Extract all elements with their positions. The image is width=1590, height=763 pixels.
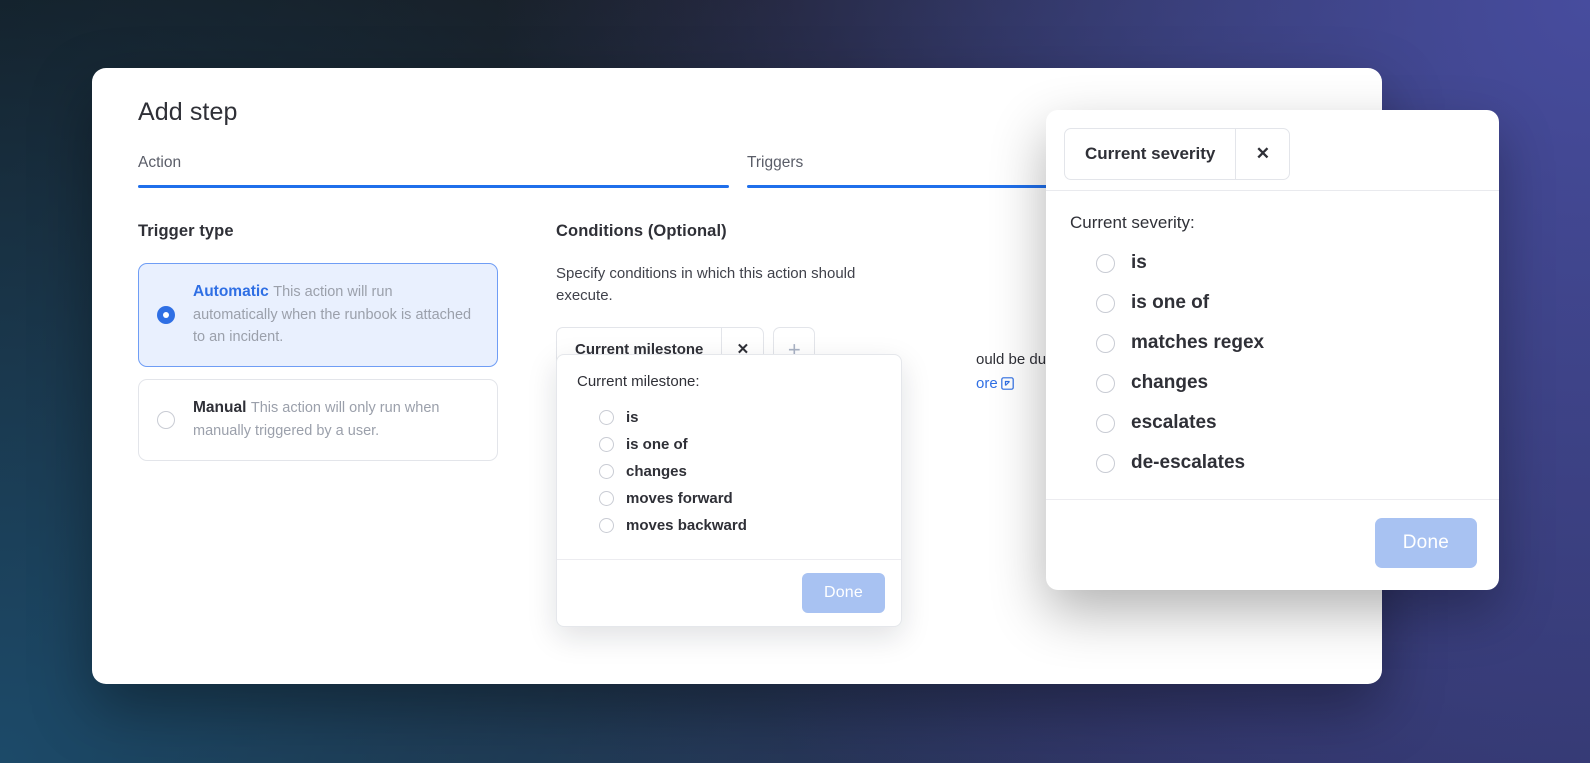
current-milestone-popover-footer: Done — [557, 559, 901, 626]
trigger-option-manual[interactable]: Manual This action will only run when ma… — [138, 379, 498, 461]
tab-action-underline — [138, 185, 729, 188]
milestone-option-moves-backward[interactable]: moves backward — [577, 512, 881, 539]
conditions-section: Conditions (Optional) Specify conditions… — [556, 222, 916, 374]
current-milestone-prompt: Current milestone: — [577, 373, 700, 390]
current-severity-panel: Current severity ✕ Current severity: is … — [1046, 110, 1499, 590]
severity-option-is-one-of[interactable]: is one of — [1070, 283, 1475, 323]
tab-action[interactable]: Action — [138, 154, 729, 188]
trigger-type-heading: Trigger type — [138, 222, 234, 240]
severity-chip-row: Current severity ✕ — [1046, 110, 1499, 190]
severity-option-label: changes — [1131, 372, 1209, 393]
severity-option-label: matches regex — [1131, 332, 1265, 353]
conditions-description: Specify conditions in which this action … — [556, 265, 856, 304]
tab-triggers-label: Triggers — [747, 154, 804, 171]
severity-option-label: is one of — [1131, 292, 1210, 313]
severity-option-escalates[interactable]: escalates — [1070, 403, 1475, 443]
severity-option-de-escalates[interactable]: de-escalates — [1070, 443, 1475, 483]
current-severity-option-list: is is one of matches regex changes escal… — [1070, 243, 1475, 483]
radio-automatic-icon[interactable] — [157, 306, 175, 325]
trigger-option-automatic[interactable]: Automatic This action will run automatic… — [138, 263, 498, 368]
milestone-option-moves-forward[interactable]: moves forward — [577, 485, 881, 512]
severity-option-label: is — [1131, 252, 1147, 273]
radio-icon[interactable] — [1096, 453, 1115, 473]
severity-option-label: escalates — [1131, 412, 1217, 433]
learn-more-link[interactable]: ore — [976, 375, 1014, 392]
radio-icon[interactable] — [1096, 373, 1115, 393]
severity-option-changes[interactable]: changes — [1070, 363, 1475, 403]
radio-icon[interactable] — [1096, 333, 1115, 353]
radio-icon[interactable] — [599, 491, 614, 506]
milestone-option-label: moves backward — [626, 517, 747, 534]
condition-chip-current-severity[interactable]: Current severity ✕ — [1064, 128, 1291, 180]
conditions-heading: Conditions (Optional) — [556, 222, 727, 240]
current-milestone-popover: Current milestone: is is one of changes … — [556, 354, 902, 627]
milestone-option-label: is one of — [626, 436, 688, 453]
radio-icon[interactable] — [599, 518, 614, 533]
external-link-icon — [1000, 374, 1014, 398]
severity-chip-label: Current severity — [1085, 144, 1216, 163]
page-title: Add step — [138, 98, 238, 126]
radio-icon[interactable] — [599, 464, 614, 479]
severity-option-is[interactable]: is — [1070, 243, 1475, 283]
trigger-option-automatic-title: Automatic — [193, 283, 269, 300]
milestone-option-label: is — [626, 409, 639, 426]
milestone-option-is[interactable]: is — [577, 404, 881, 431]
radio-icon[interactable] — [1096, 293, 1115, 313]
radio-icon[interactable] — [599, 410, 614, 425]
trigger-option-manual-title: Manual — [193, 399, 247, 417]
current-milestone-option-list: is is one of changes moves forward moves… — [577, 404, 881, 539]
tab-action-label: Action — [138, 154, 182, 171]
milestone-done-button[interactable]: Done — [801, 573, 885, 613]
severity-option-label: de-escalates — [1131, 452, 1246, 473]
close-icon[interactable]: ✕ — [1235, 129, 1289, 179]
milestone-option-label: changes — [626, 463, 687, 480]
current-severity-popover-footer: Done — [1046, 499, 1499, 590]
milestone-option-changes[interactable]: changes — [577, 458, 881, 485]
severity-option-matches-regex[interactable]: matches regex — [1070, 323, 1475, 363]
milestone-option-is-one-of[interactable]: is one of — [577, 431, 881, 458]
learn-more-link-label: ore — [976, 375, 998, 392]
current-severity-popover: Current severity: is is one of matches r… — [1046, 190, 1499, 590]
radio-icon[interactable] — [1096, 253, 1115, 273]
current-severity-popover-body: Current severity: is is one of matches r… — [1046, 191, 1499, 499]
radio-manual-icon[interactable] — [157, 410, 175, 429]
current-milestone-popover-body: Current milestone: is is one of changes … — [557, 355, 901, 559]
current-severity-prompt: Current severity: — [1070, 213, 1195, 232]
milestone-option-label: moves forward — [626, 490, 733, 507]
radio-icon[interactable] — [599, 437, 614, 452]
radio-icon[interactable] — [1096, 413, 1115, 433]
trigger-type-section: Trigger type Automatic This action will … — [138, 222, 498, 473]
severity-done-button[interactable]: Done — [1374, 518, 1477, 568]
